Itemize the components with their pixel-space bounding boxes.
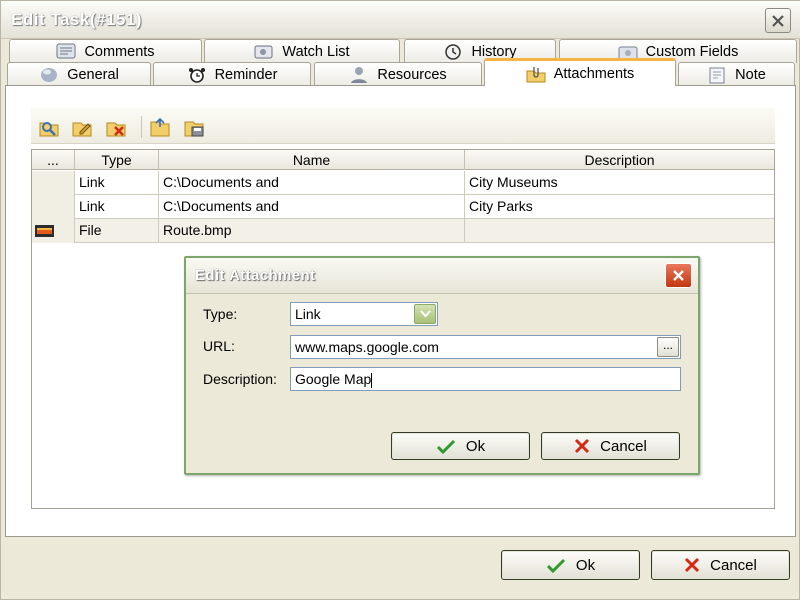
column-header-indicator[interactable]: ... [32, 150, 75, 170]
tab-label: Resources [377, 66, 447, 83]
column-header-name[interactable]: Name [159, 150, 465, 170]
text-cursor [371, 372, 373, 388]
tab-label: Attachments [553, 65, 635, 82]
toolbar-separator [141, 116, 142, 138]
bitmap-file-icon [35, 225, 54, 237]
note-icon [709, 67, 725, 83]
dialog-close-button[interactable] [665, 263, 692, 288]
x-icon [575, 438, 590, 454]
name-cell: C:\Documents and [159, 195, 465, 219]
ok-label: Ok [575, 556, 596, 574]
history-icon [445, 43, 462, 60]
open-folder-icon[interactable] [149, 116, 171, 138]
description-cell: City Parks [469, 198, 533, 214]
save-attachment-icon[interactable] [183, 116, 205, 138]
description-input[interactable]: Google Map [290, 367, 681, 391]
description-input-value: Google Map [295, 371, 372, 387]
grid-header: ... Type Name Description [32, 150, 774, 170]
tab-label: Note [735, 66, 766, 83]
comments-icon [56, 43, 76, 58]
column-header-type[interactable]: Type [75, 150, 159, 170]
type-cell: File [75, 219, 159, 243]
browse-url-button[interactable]: ... [657, 337, 679, 357]
tab-attachments[interactable]: Attachments [484, 58, 676, 86]
row-indicator [32, 195, 75, 219]
dialog-ok-button[interactable]: Ok [391, 432, 530, 460]
checkmark-icon [436, 439, 455, 454]
tab-label: Watch List [282, 43, 350, 60]
cancel-label: Cancel [600, 437, 647, 455]
title-bar[interactable]: Edit Task(#151) [1, 1, 800, 39]
row-indicator [32, 171, 75, 195]
type-select-value: Link [295, 306, 321, 322]
tab-comments[interactable]: Comments [9, 39, 202, 63]
checkmark-icon [546, 558, 565, 573]
paperclip-folder-icon [526, 66, 546, 82]
description-label: Description: [203, 371, 277, 387]
table-row[interactable]: Link C:\Documents and City Museums [32, 171, 774, 195]
chevron-down-icon [419, 310, 431, 318]
edit-attachment-dialog: Edit Attachment Type: Link URL: www.maps… [184, 256, 700, 475]
table-row[interactable]: File Route.bmp [32, 219, 774, 243]
edit-task-window: Edit Task(#151) Comments Watch List Hist… [0, 0, 800, 600]
description-cell [465, 219, 774, 243]
table-row[interactable]: Link C:\Documents and City Parks [32, 195, 774, 219]
type-select[interactable]: Link [290, 302, 438, 326]
tab-label: Reminder [214, 66, 278, 83]
window-close-button[interactable] [765, 8, 791, 33]
column-header-description[interactable]: Description [465, 150, 774, 170]
tab-resources[interactable]: Resources [314, 62, 482, 86]
tab-label: General [67, 66, 119, 83]
cancel-label: Cancel [710, 556, 757, 574]
window-title: Edit Task(#151) [11, 10, 142, 29]
type-dropdown-button[interactable] [414, 304, 436, 324]
type-cell: Link [75, 171, 159, 195]
name-cell: C:\Documents and [159, 171, 465, 195]
tab-note[interactable]: Note [678, 62, 795, 86]
attachments-toolbar [31, 108, 775, 144]
general-icon [41, 67, 58, 82]
tab-reminder[interactable]: Reminder [153, 62, 311, 86]
delete-attachment-icon[interactable] [105, 116, 127, 138]
url-input[interactable]: www.maps.google.com ... [290, 335, 681, 359]
x-icon [685, 557, 700, 573]
dialog-title: Edit Attachment [195, 267, 316, 284]
cancel-button[interactable]: Cancel [651, 550, 790, 580]
type-label: Type: [203, 306, 238, 322]
edit-attachment-icon[interactable] [71, 116, 93, 138]
description-cell: City Museums [469, 174, 558, 190]
alarm-clock-icon [188, 67, 205, 83]
tab-general[interactable]: General [7, 62, 151, 86]
person-icon [351, 66, 368, 83]
watch-list-icon [254, 45, 273, 58]
url-input-value: www.maps.google.com [295, 339, 439, 355]
tab-label: Comments [84, 43, 155, 60]
row-indicator [32, 219, 75, 243]
ok-label: Ok [465, 437, 486, 455]
url-label: URL: [203, 338, 235, 354]
tab-watch-list[interactable]: Watch List [204, 39, 400, 63]
close-icon [673, 270, 684, 281]
ok-button[interactable]: Ok [501, 550, 640, 580]
type-cell: Link [75, 195, 159, 219]
view-attachment-icon[interactable] [38, 116, 60, 138]
dialog-title-bar[interactable]: Edit Attachment [186, 258, 698, 294]
name-cell: Route.bmp [159, 219, 465, 243]
dialog-cancel-button[interactable]: Cancel [541, 432, 680, 460]
close-icon [772, 14, 784, 27]
